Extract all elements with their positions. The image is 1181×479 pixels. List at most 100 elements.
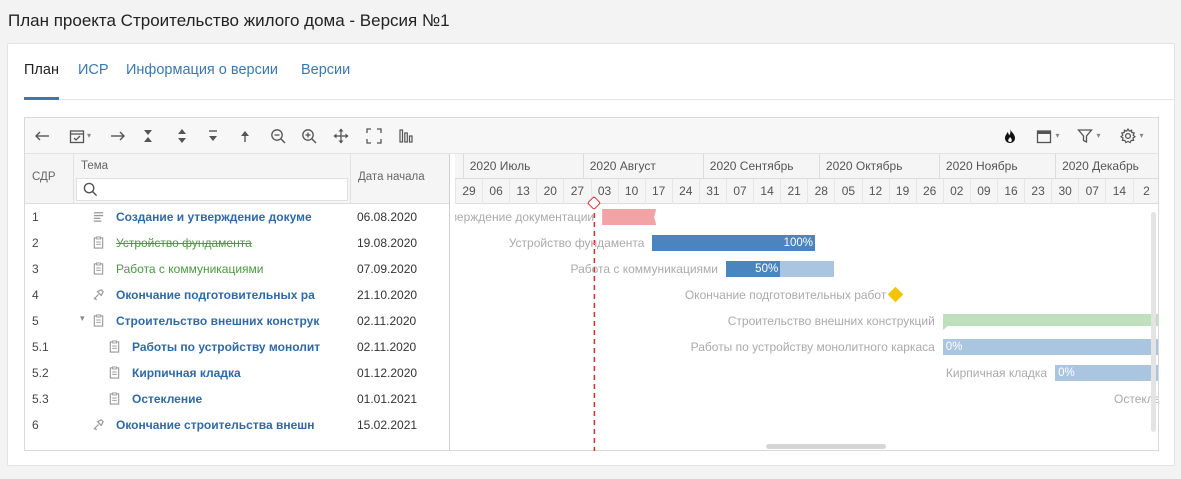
table-row[interactable]: 5.2 Кирпичная кладка 01.12.2020 [25, 360, 449, 386]
tab-3[interactable]: Информация о версии [126, 44, 278, 100]
task-grid: СДР Тема Дата начала 1 Создание и утвержд… [25, 154, 450, 451]
milestone-diamond[interactable] [888, 286, 904, 303]
task-bar[interactable]: 100% [652, 235, 816, 251]
summary-bar-end [942, 325, 949, 330]
clipboard-icon [108, 340, 121, 353]
chart-vertical-scrollbar[interactable] [1151, 212, 1156, 432]
fit-screen-icon [366, 128, 382, 144]
tab-2[interactable]: ИСР [78, 44, 109, 100]
timeline-days: 29 06 13 20 27 03 10 17 24 31 07 14 21 28 05 12 19 26 02 09… [455, 179, 1158, 204]
table-row[interactable]: 4 Окончание подготовительных ра 21.10.2020 [25, 282, 449, 308]
row-subject[interactable]: Работа с коммуникациями [116, 262, 343, 276]
timeline-day: 17 [644, 179, 672, 204]
fit-screen-button[interactable] [364, 126, 384, 146]
table-row[interactable]: 5.3 Остекление 01.01.2021 [25, 386, 449, 412]
expand-button[interactable] [172, 126, 192, 146]
timeline-day: 07 [1078, 179, 1105, 204]
calendar-check-button[interactable]: ▾ [63, 126, 97, 146]
fire-button[interactable] [1000, 126, 1020, 146]
row-start-date: 07.09.2020 [357, 262, 418, 276]
gear-icon [1120, 127, 1137, 145]
move-button[interactable] [331, 126, 351, 146]
zoom-in-button[interactable] [299, 126, 319, 146]
timeline-month: 2020 Декабрь [1055, 154, 1139, 179]
plan-card: План ИСР Информация о версии Версии ▾ ▾ ▾ ▾ СД… [7, 43, 1175, 466]
bar-label: Окончание подготовительных работ [684, 288, 887, 302]
table-row[interactable]: 1 Создание и утверждение докуме 06.08.2020 [25, 204, 449, 230]
timeline-day: 23 [1024, 179, 1051, 204]
row-wbs: 2 [32, 236, 39, 250]
task-bar[interactable]: 50% [726, 261, 835, 277]
row-subject[interactable]: Строительство внешних конструк [116, 314, 343, 328]
gear-button[interactable]: ▾ [1115, 126, 1149, 146]
arrow-left-icon [34, 128, 50, 144]
collapse-button[interactable] [138, 126, 158, 146]
move-icon [333, 128, 349, 144]
arrow-right-button[interactable] [108, 126, 128, 146]
search-icon [83, 182, 98, 197]
column-chart-button[interactable] [396, 126, 416, 146]
timeline-day: 06 [482, 179, 509, 204]
row-start-date: 02.11.2020 [357, 340, 417, 354]
row-subject[interactable]: Работы по устройству монолит [132, 340, 343, 354]
row-wbs: 1 [32, 210, 39, 224]
timeline-day: 05 [834, 179, 861, 204]
calendar-icon [1036, 128, 1053, 145]
task-bar[interactable]: 0% [942, 339, 1158, 355]
timeline-day: 26 [915, 179, 943, 204]
column-header-wbs[interactable]: СДР [25, 154, 74, 204]
timeline-day: 10 [617, 179, 645, 204]
clipboard-icon [108, 392, 121, 405]
task-bar[interactable]: 0% [1055, 365, 1158, 381]
row-subject[interactable]: Устройство фундамента [116, 236, 343, 250]
document-lines-icon [92, 210, 105, 223]
row-wbs: 4 [32, 288, 39, 302]
column-header-subject[interactable]: Тема [74, 154, 351, 204]
expand-up-button[interactable] [235, 126, 255, 146]
row-start-date: 06.08.2020 [357, 210, 418, 224]
arrow-left-button[interactable] [32, 126, 52, 146]
timeline-day: 2 [1132, 179, 1159, 204]
table-row[interactable]: 2 Устройство фундамента 19.08.2020 [25, 230, 449, 256]
calendar-button[interactable]: ▾ [1031, 126, 1065, 146]
row-wbs: 6 [32, 418, 39, 432]
row-subject[interactable]: Остекление [132, 392, 343, 406]
table-row[interactable]: 3 Работа с коммуникациями 07.09.2020 [25, 256, 449, 282]
column-header-start[interactable]: Дата начала [351, 154, 449, 204]
collapse-down-button[interactable] [203, 126, 223, 146]
timeline-months: 2020 Июль 2020 Август 2020 Сентябрь 2020 Ок… [455, 154, 1158, 179]
table-row[interactable]: 5 ▾ Строительство внешних конструк 02.11.20… [25, 308, 449, 334]
timeline-day: 21 [780, 179, 807, 204]
column-chart-icon [398, 128, 414, 144]
column-header-wbs-label: СДР [32, 171, 56, 183]
zoom-out-icon [270, 128, 286, 144]
table-row[interactable]: 6 Окончание строительства внешн 15.02.2021 [25, 412, 449, 438]
subject-search-input[interactable] [76, 178, 348, 201]
table-row[interactable]: 5.1 Работы по устройству монолит 02.11.202… [25, 334, 449, 360]
filter-button[interactable]: ▾ [1072, 126, 1106, 146]
timeline-day: 14 [1105, 179, 1132, 204]
row-subject[interactable]: Окончание подготовительных ра [116, 288, 343, 302]
chart-horizontal-scrollbar[interactable] [766, 444, 886, 449]
timeline-month: 2020 Октябрь [818, 154, 902, 179]
expand-up-icon [237, 128, 253, 144]
row-subject[interactable]: Кирпичная кладка [132, 366, 343, 380]
chevron-down-icon: ▾ [86, 131, 91, 140]
chevron-down-icon: ▾ [1096, 131, 1101, 140]
timeline-day: 02 [942, 179, 970, 204]
chevron-down-icon: ▾ [1055, 131, 1060, 140]
row-subject[interactable]: Создание и утверждение докуме [116, 210, 343, 224]
expand-caret-icon[interactable]: ▾ [80, 313, 85, 324]
task-bar[interactable] [602, 209, 657, 225]
clipboard-icon [92, 236, 105, 249]
gantt-toolbar: ▾ ▾ ▾ ▾ [25, 118, 1158, 154]
tab-1[interactable]: План [24, 44, 59, 100]
timeline-month: 2020 Ноябрь [938, 154, 1018, 179]
row-wbs: 5.2 [32, 366, 49, 380]
summary-bar[interactable] [942, 314, 1158, 326]
milestone-icon [92, 418, 105, 431]
tab-4[interactable]: Версии [301, 44, 350, 100]
bar-label: Создание и утверждение документации [455, 210, 595, 224]
row-subject[interactable]: Окончание строительства внешн [116, 418, 343, 432]
zoom-out-button[interactable] [268, 126, 288, 146]
